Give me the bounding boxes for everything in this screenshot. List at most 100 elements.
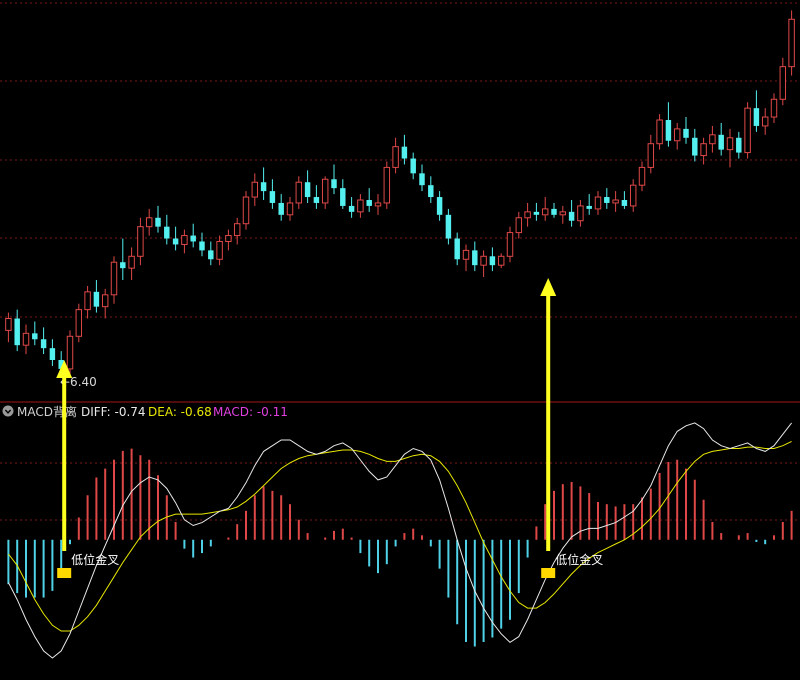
candle-body-down bbox=[454, 238, 460, 260]
candle-body-down bbox=[190, 235, 196, 242]
candle-body-down bbox=[665, 120, 672, 141]
candle-body-up bbox=[251, 181, 259, 198]
candle-body-up bbox=[357, 199, 364, 213]
candle-body-down bbox=[366, 200, 372, 206]
candle-body-up bbox=[462, 249, 470, 260]
candle-body-up bbox=[506, 232, 514, 257]
candle-body-down bbox=[260, 182, 267, 192]
candle-body-up bbox=[761, 116, 769, 127]
candle-body-up bbox=[145, 217, 153, 228]
candle-body-down bbox=[304, 182, 311, 198]
candle-body-down bbox=[419, 173, 425, 186]
candle-body-down bbox=[199, 241, 205, 251]
candle-body-up bbox=[638, 166, 646, 186]
candle-body-down bbox=[551, 208, 557, 215]
candle-body-up bbox=[709, 134, 716, 145]
candle-body-up bbox=[647, 143, 655, 168]
candle-body-up bbox=[541, 208, 549, 216]
candle-body-up bbox=[700, 143, 707, 157]
candle-body-up bbox=[726, 137, 734, 151]
candle-body-down bbox=[208, 250, 214, 260]
candle-body-up bbox=[22, 332, 30, 346]
candle-body-down bbox=[568, 211, 575, 221]
candle-body-down bbox=[32, 333, 38, 340]
signal-marker bbox=[541, 568, 556, 578]
candle-body-up bbox=[612, 199, 619, 204]
candle-body-down bbox=[472, 250, 478, 266]
candle-body-up bbox=[110, 261, 118, 296]
chevron-down-circle-icon[interactable] bbox=[2, 405, 14, 417]
macd-value-label: MACD: -0.11 bbox=[213, 405, 288, 419]
candle-body-up bbox=[128, 255, 135, 269]
candle-body-up bbox=[242, 196, 250, 225]
candle-body-down bbox=[172, 238, 179, 245]
candle-body-up bbox=[744, 107, 751, 154]
candle-body-up bbox=[295, 181, 303, 204]
candle-body-down bbox=[164, 226, 170, 239]
candle-body-down bbox=[14, 318, 20, 346]
candle-body-down bbox=[736, 137, 742, 153]
candle-body-up bbox=[524, 211, 531, 219]
candle-body-up bbox=[559, 211, 567, 216]
candle-body-down bbox=[445, 214, 452, 239]
candle-body-up bbox=[286, 202, 294, 216]
candle-body-up bbox=[629, 184, 637, 207]
candle-body-up bbox=[497, 255, 505, 266]
candle-body-down bbox=[269, 191, 276, 203]
candle-body-up bbox=[770, 98, 778, 118]
candle-body-down bbox=[348, 205, 355, 212]
chevron-down-circle-icon-ring[interactable] bbox=[2, 405, 14, 417]
candle-body-up bbox=[656, 119, 663, 145]
candle-body-up bbox=[392, 146, 399, 168]
candle-body-up bbox=[480, 255, 487, 266]
candle-body-down bbox=[401, 146, 408, 159]
candle-body-up bbox=[233, 223, 241, 237]
candle-body-up bbox=[577, 205, 584, 222]
candle-body-down bbox=[331, 179, 337, 189]
diff-value-label: DIFF: -0.74 bbox=[81, 405, 146, 419]
candle-body-down bbox=[49, 348, 56, 360]
candle-body-up bbox=[181, 235, 188, 245]
candle-body-down bbox=[533, 211, 540, 215]
candle-body-down bbox=[120, 262, 126, 269]
candle-body-down bbox=[155, 217, 161, 227]
indicator-name-label[interactable]: MACD背离 bbox=[17, 404, 77, 419]
chart-background bbox=[0, 0, 800, 680]
dea-value-label: DEA: -0.68 bbox=[148, 405, 212, 419]
candle-body-down bbox=[718, 134, 724, 150]
candle-body-up bbox=[515, 217, 523, 234]
candle-body-down bbox=[278, 202, 284, 215]
candle-body-down bbox=[40, 339, 47, 349]
candle-body-up bbox=[5, 318, 12, 331]
macd-legend: MACD背离 DIFF: -0.74 DEA: -0.68 MACD: -0.1… bbox=[2, 404, 288, 419]
candle-body-up bbox=[673, 128, 681, 142]
candle-body-down bbox=[428, 185, 434, 198]
candle-body-up bbox=[594, 196, 602, 210]
candle-body-down bbox=[586, 205, 592, 209]
candle-body-down bbox=[313, 197, 320, 203]
candle-body-down bbox=[604, 197, 610, 203]
candle-body-up bbox=[216, 240, 223, 260]
candle-body-up bbox=[779, 66, 787, 100]
candle-body-up bbox=[788, 18, 795, 68]
candle-body-up bbox=[66, 335, 74, 370]
signal-marker bbox=[57, 568, 72, 578]
candle-body-down bbox=[621, 200, 628, 206]
candle-body-down bbox=[436, 197, 443, 215]
candle-body-up bbox=[75, 309, 83, 337]
signal-label: 低位金叉 bbox=[555, 552, 603, 567]
candle-body-up bbox=[84, 291, 91, 311]
stock-chart[interactable]: ←6.40 MACD背离 DIFF: -0.74 DEA: -0.68 MACD… bbox=[0, 0, 800, 680]
candle-body-up bbox=[101, 294, 109, 308]
candle-body-down bbox=[340, 188, 346, 206]
candle-body-up bbox=[321, 178, 329, 204]
candle-body-up bbox=[225, 235, 232, 242]
candle-body-down bbox=[683, 128, 689, 138]
signal-label: 低位金叉 bbox=[71, 552, 119, 567]
candle-body-down bbox=[753, 108, 760, 126]
candle-body-up bbox=[383, 166, 391, 204]
candle-body-up bbox=[137, 226, 144, 257]
candle-body-down bbox=[692, 137, 698, 156]
candle-body-down bbox=[93, 291, 100, 307]
candle-body-down bbox=[489, 256, 496, 266]
